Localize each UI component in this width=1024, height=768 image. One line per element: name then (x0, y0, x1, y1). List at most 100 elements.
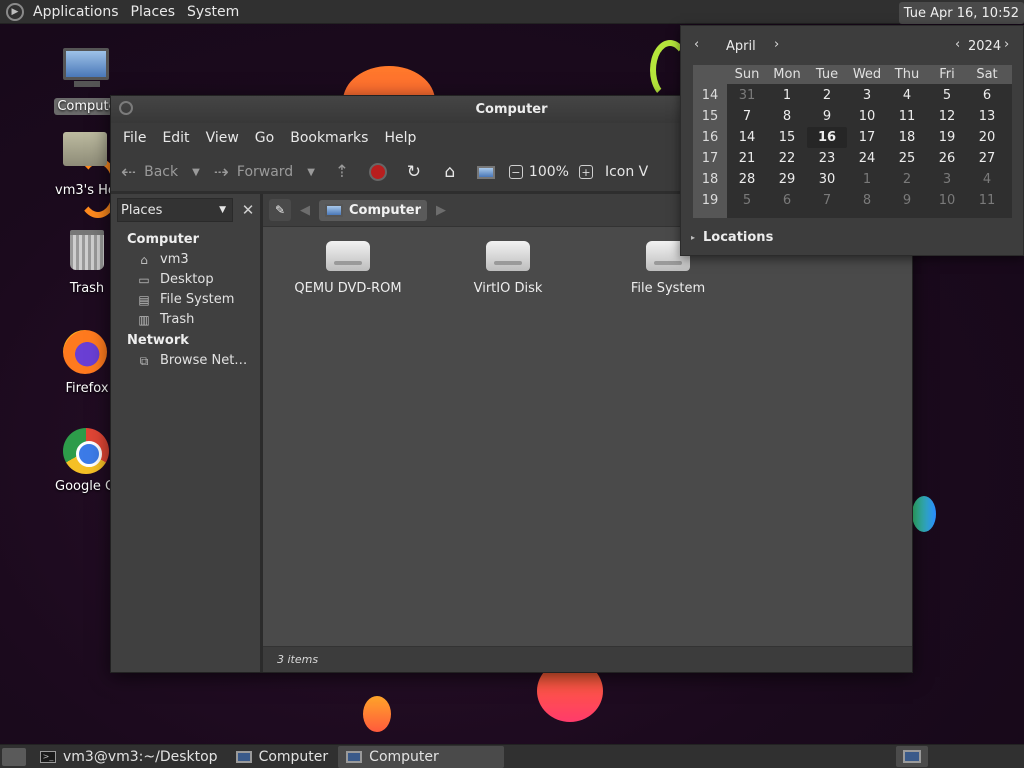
sidebar-item-vm3[interactable]: ⌂ vm3 (111, 247, 260, 267)
calendar-day[interactable]: 5 (927, 85, 967, 106)
calendar-day[interactable]: 28 (727, 169, 767, 190)
menu-system[interactable]: System (184, 4, 248, 20)
menu-go[interactable]: Go (247, 130, 282, 146)
calendar-month: April (726, 39, 756, 54)
show-desktop-button[interactable] (2, 747, 26, 766)
up-button[interactable]: ⇡ (329, 159, 355, 185)
calendar-day[interactable]: 20 (967, 127, 1007, 148)
breadcrumb[interactable]: Computer (319, 199, 428, 221)
menu-file[interactable]: File (115, 130, 154, 146)
sidebar-item-file-system[interactable]: ▤ File System (111, 287, 260, 307)
calendar-day[interactable]: 10 (927, 190, 967, 211)
calendar-day[interactable]: 21 (727, 148, 767, 169)
taskbar-item-label: vm3@vm3:~/Desktop (63, 748, 218, 765)
calendar-day[interactable]: 12 (927, 106, 967, 127)
calendar-day[interactable]: 17 (847, 127, 887, 148)
calendar-day[interactable]: 2 (807, 85, 847, 106)
calendar-day[interactable]: 11 (887, 106, 927, 127)
taskbar-item-computer[interactable]: Computer (228, 746, 337, 768)
file-item-label: File System (630, 281, 706, 296)
forward-history-chevron-icon[interactable]: ▼ (307, 167, 315, 178)
stop-button[interactable] (365, 159, 391, 185)
path-scroll-left-icon[interactable]: ◀ (297, 203, 313, 218)
next-month-button[interactable]: › (774, 37, 779, 52)
desktop-icon-label: Firefox (65, 381, 109, 396)
menu-edit[interactable]: Edit (154, 130, 197, 146)
calendar-day[interactable]: 11 (967, 190, 1007, 211)
calendar-day[interactable]: 8 (847, 190, 887, 211)
calendar-day[interactable]: 19 (927, 127, 967, 148)
calendar-day[interactable]: 24 (847, 148, 887, 169)
taskbar-item-label: Computer (258, 748, 329, 765)
calendar-day[interactable]: 3 (927, 169, 967, 190)
file-item-qemu-dvd-rom[interactable]: QEMU DVD-ROM (273, 241, 423, 296)
zoom-out-button[interactable]: − (508, 165, 523, 179)
calendar-day[interactable]: 13 (967, 106, 1007, 127)
calendar-day[interactable]: 15 (767, 127, 807, 148)
calendar-day[interactable]: 16 (807, 127, 847, 148)
menu-places[interactable]: Places (128, 4, 185, 20)
prev-month-button[interactable]: ‹ (694, 37, 699, 52)
calendar-day[interactable]: 26 (927, 148, 967, 169)
file-item-virtio-disk[interactable]: VirtIO Disk (433, 241, 583, 296)
sidebar-close-button[interactable]: ✕ (237, 199, 259, 221)
menu-help[interactable]: Help (376, 130, 424, 146)
calendar-day[interactable]: 4 (887, 85, 927, 106)
zoom-in-button[interactable]: + (578, 165, 593, 179)
calendar-day[interactable]: 1 (847, 169, 887, 190)
view-mode-select[interactable]: Icon V (605, 164, 648, 180)
toggle-location-entry-button[interactable]: ✎ (269, 199, 291, 221)
path-scroll-right-icon[interactable]: ▶ (433, 203, 449, 218)
calendar-day[interactable]: 14 (727, 127, 767, 148)
sidebar-pane-select[interactable]: Places ▼ (117, 198, 233, 222)
sidebar-item-browse-network[interactable]: ⧉ Browse Net… (111, 348, 260, 368)
calendar-day[interactable]: 3 (847, 85, 887, 106)
sidebar-item-trash[interactable]: ▥ Trash (111, 307, 260, 327)
menu-applications[interactable]: Applications (30, 4, 128, 20)
taskbar-item-computer-active[interactable]: Computer (338, 745, 505, 768)
prev-year-button[interactable]: ‹ (955, 37, 960, 52)
calendar-day[interactable]: 2 (887, 169, 927, 190)
panel-clock[interactable]: Tue Apr 16, 10:52 (898, 2, 1024, 24)
calendar-day[interactable]: 7 (727, 106, 767, 127)
calendar-day[interactable]: 10 (847, 106, 887, 127)
calendar-day[interactable]: 1 (767, 85, 807, 106)
breadcrumb-label: Computer (349, 202, 422, 218)
sidebar-section-computer: Computer (127, 232, 200, 247)
calendar-day[interactable]: 31 (727, 85, 767, 106)
sidebar: Places ▼ ✕ Computer ⌂ vm3 ▭ Desktop ▤ Fi… (111, 194, 263, 672)
computer-button[interactable] (473, 159, 499, 185)
calendar-grid: Sun Mon Tue Wed Thu Fri Sat 14 15 16 17 18 19 31 1 2 3 4 5… (693, 65, 1012, 218)
calendar-day[interactable]: 22 (767, 148, 807, 169)
calendar-day[interactable]: 4 (967, 169, 1007, 190)
calendar-day[interactable]: 8 (767, 106, 807, 127)
menu-view[interactable]: View (198, 130, 247, 146)
calendar-day[interactable]: 25 (887, 148, 927, 169)
computer-icon (903, 750, 921, 763)
sidebar-item-desktop[interactable]: ▭ Desktop (111, 267, 260, 287)
back-history-chevron-icon[interactable]: ▼ (192, 167, 200, 178)
calendar-day[interactable]: 30 (807, 169, 847, 190)
optical-drive-icon (326, 241, 370, 271)
calendar-day[interactable]: 6 (967, 85, 1007, 106)
calendar-day[interactable]: 27 (967, 148, 1007, 169)
calendar-day[interactable]: 29 (767, 169, 807, 190)
next-year-button[interactable]: › (1004, 37, 1009, 52)
calendar-day[interactable]: 7 (807, 190, 847, 211)
taskbar-item-terminal[interactable]: >_ vm3@vm3:~/Desktop (32, 746, 226, 768)
locations-expander[interactable]: ▸ Locations (691, 230, 773, 245)
menu-bookmarks[interactable]: Bookmarks (282, 130, 376, 146)
calendar-day[interactable]: 9 (807, 106, 847, 127)
calendar-day[interactable]: 6 (767, 190, 807, 211)
calendar-day[interactable]: 23 (807, 148, 847, 169)
back-button[interactable]: ⇠ Back ▼ (121, 162, 200, 183)
home-button[interactable]: ⌂ (437, 159, 463, 185)
calendar-day[interactable]: 9 (887, 190, 927, 211)
calendar-day[interactable]: 18 (887, 127, 927, 148)
calendar-header: ‹ April › ‹ 2024 › (681, 26, 1023, 66)
distro-logo-icon[interactable]: ▶ (6, 2, 24, 21)
workspace-switcher[interactable] (896, 746, 928, 767)
forward-button[interactable]: ⇢ Forward ▼ (214, 162, 315, 183)
calendar-day[interactable]: 5 (727, 190, 767, 211)
reload-button[interactable]: ↻ (401, 159, 427, 185)
